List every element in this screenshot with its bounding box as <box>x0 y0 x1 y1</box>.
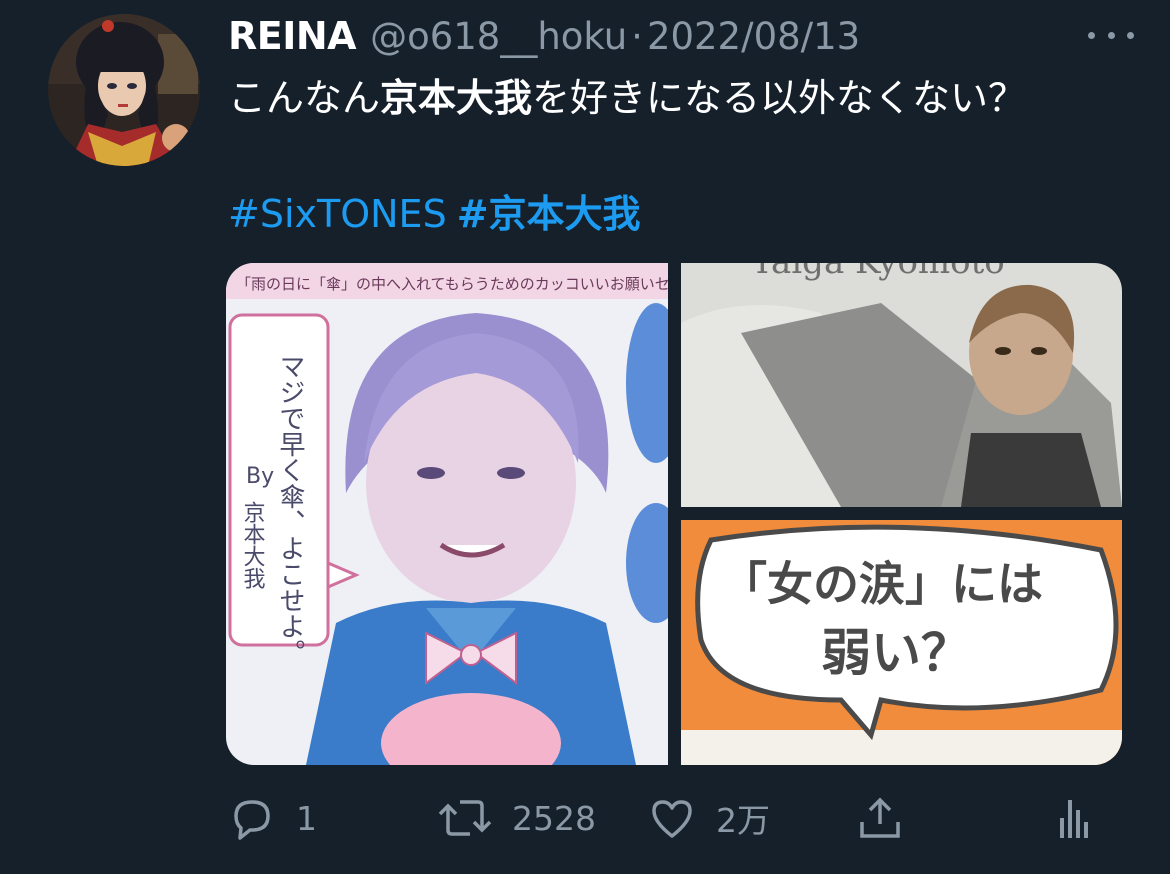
more-icon[interactable] <box>1088 20 1134 50</box>
share-icon <box>856 794 904 842</box>
hashtag-sixtones[interactable]: #SixTONES <box>228 192 447 236</box>
like-button[interactable]: 2万 <box>648 790 770 846</box>
tweet-date[interactable]: 2022/08/13 <box>647 15 860 58</box>
retweet-button[interactable]: 2528 <box>438 790 596 846</box>
heart-icon <box>648 794 696 842</box>
action-bar: 1 2528 2万 <box>228 790 1108 846</box>
reply-icon <box>228 794 276 842</box>
avatar[interactable] <box>48 14 200 166</box>
analytics-button[interactable] <box>1054 790 1094 846</box>
hashtags: #SixTONES #京本大我 <box>228 188 651 240</box>
bubble-by: By <box>246 464 274 489</box>
caption-name: Taiga Kyomoto <box>751 263 1005 282</box>
retweet-icon <box>438 794 492 842</box>
user-handle[interactable]: @o618__hoku <box>370 15 627 58</box>
speech-text-1: 「女の涙」には <box>721 557 1043 611</box>
reply-count: 1 <box>296 798 317 838</box>
tweet-header: REINA @o618__hoku · 2022/08/13 <box>228 12 1130 60</box>
media-image-3[interactable]: 「女の涙」には 弱い？ <box>681 520 1122 765</box>
tweet-text: こんなん京本大我を好きになる以外なくない？ <box>228 72 1026 124</box>
like-count: 2万 <box>716 801 770 840</box>
separator: · <box>631 14 643 58</box>
caption-top: 「雨の日に「傘」の中へ入れてもらうためのカッコいいお願いセリフ」 <box>236 275 668 293</box>
tweet-text-after: を好きになる以外なくない？ <box>532 76 1027 120</box>
display-name[interactable]: REINA <box>228 14 357 58</box>
analytics-icon <box>1054 794 1094 842</box>
media-image-2[interactable]: Taiga Kyomoto <box>681 263 1122 507</box>
share-button[interactable] <box>856 790 904 846</box>
retweet-count: 2528 <box>512 798 596 838</box>
media-image-1[interactable]: 「雨の日に「傘」の中へ入れてもらうためのカッコいいお願いセリフ」 マジで早く傘、… <box>226 263 668 765</box>
speech-text-2: 弱い？ <box>821 624 971 682</box>
bubble-by-name: 京本大我 <box>240 501 266 589</box>
tweet-text-before: こんなん <box>228 76 381 120</box>
reply-button[interactable]: 1 <box>228 790 317 846</box>
hashtag-kyomoto[interactable]: #京本大我 <box>457 192 641 236</box>
tweet-text-bold: 京本大我 <box>380 76 533 120</box>
bubble-text: マジで早く傘、よこせよ。 <box>275 353 305 665</box>
media-grid: 「雨の日に「傘」の中へ入れてもらうためのカッコいいお願いセリフ」 マジで早く傘、… <box>226 263 1122 765</box>
